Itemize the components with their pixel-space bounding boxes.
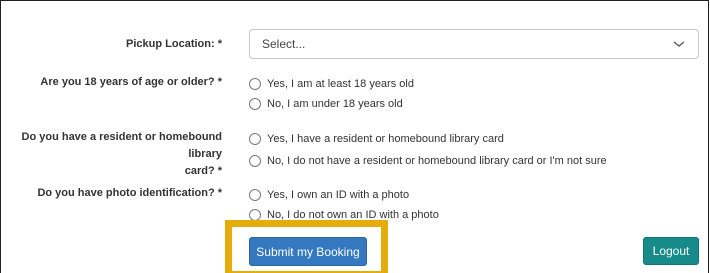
radio-button[interactable] xyxy=(249,155,261,167)
photo-id-option-yes[interactable]: Yes, I own an ID with a photo xyxy=(249,189,409,201)
logout-button[interactable]: Logout xyxy=(643,237,699,265)
pickup-location-label: Pickup Location: * xyxy=(126,38,222,50)
age-option-no[interactable]: No, I am under 18 years old xyxy=(249,98,403,110)
radio-button[interactable] xyxy=(249,78,261,90)
pickup-location-select[interactable]: Select... xyxy=(249,29,699,59)
radio-button[interactable] xyxy=(249,133,261,145)
library-card-question-label: Do you have a resident or homebound libr… xyxy=(1,129,222,180)
library-card-label-line1: Do you have a resident or homebound libr… xyxy=(21,131,222,160)
chevron-down-icon xyxy=(673,41,685,47)
age-option-no-label: No, I am under 18 years old xyxy=(267,98,403,110)
library-card-option-yes[interactable]: Yes, I have a resident or homebound libr… xyxy=(249,133,504,145)
pickup-location-value: Select... xyxy=(262,37,306,51)
age-question-label: Are you 18 years of age or older? * xyxy=(40,76,222,88)
age-option-yes-label: Yes, I am at least 18 years old xyxy=(267,78,414,90)
photo-id-question-label: Do you have photo identification? * xyxy=(37,187,222,199)
library-card-option-yes-label: Yes, I have a resident or homebound libr… xyxy=(267,133,504,145)
photo-id-option-yes-label: Yes, I own an ID with a photo xyxy=(267,189,410,201)
library-card-option-no-label: No, I do not have a resident or homeboun… xyxy=(267,155,607,167)
library-card-label-line2: card? * xyxy=(184,165,222,177)
radio-button[interactable] xyxy=(249,98,261,110)
age-option-yes[interactable]: Yes, I am at least 18 years old xyxy=(249,78,414,90)
submit-booking-button[interactable]: Submit my Booking xyxy=(249,237,367,266)
booking-form: Pickup Location: * Select... Are you 18 … xyxy=(0,0,709,273)
radio-button[interactable] xyxy=(249,189,261,201)
library-card-option-no[interactable]: No, I do not have a resident or homeboun… xyxy=(249,155,607,167)
